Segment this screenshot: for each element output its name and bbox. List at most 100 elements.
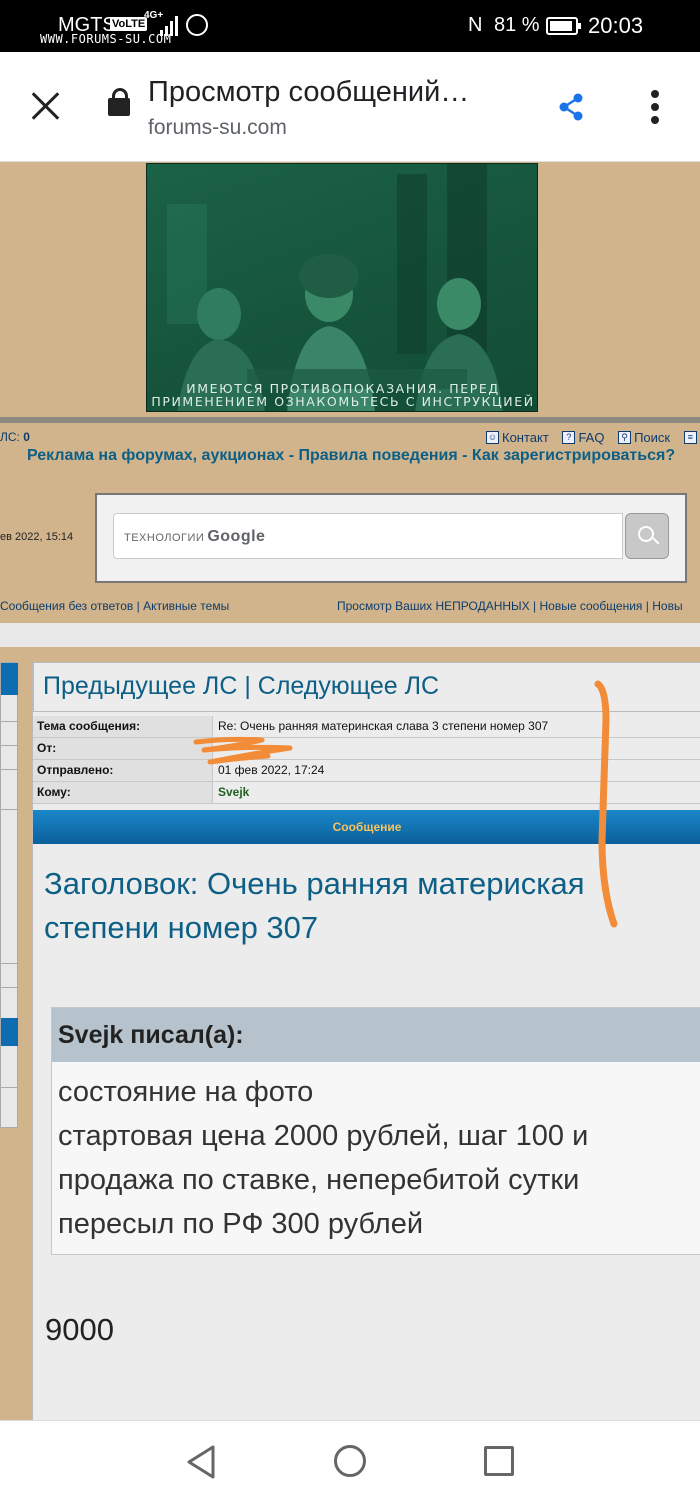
- back-icon[interactable]: [186, 1445, 216, 1484]
- sent-value: 01 фев 2022, 17:24: [218, 763, 325, 777]
- quote-line: продажа по ставке, неперебитой сутки: [58, 1164, 580, 1196]
- faq-icon: ?: [562, 431, 576, 444]
- quote-block: Svejk писал(а): состояние на фото старто…: [51, 1007, 700, 1255]
- meta-row-sent: Отправлено: 01 фев 2022, 17:24: [33, 760, 700, 782]
- separator: |: [642, 599, 653, 613]
- search-icon: ⚲: [618, 431, 632, 444]
- lock-icon[interactable]: [108, 88, 130, 116]
- more-menu-icon[interactable]: [650, 90, 660, 124]
- sent-label: Отправлено:: [33, 760, 213, 781]
- quote-author: Svejk писал(а):: [52, 1008, 700, 1062]
- watermark-text: WWW.FORUMS-SU.COM: [40, 32, 172, 46]
- register-help-link[interactable]: Как зарегистрироваться?: [472, 447, 675, 464]
- pm-sidebar: [0, 662, 18, 1128]
- members-link[interactable]: ≡: [683, 431, 700, 444]
- google-search-box: ТЕХНОЛОГИИ Google: [95, 493, 687, 583]
- memberlist-icon: ≡: [683, 431, 697, 444]
- quick-links-left: Сообщения без ответов | Активные темы: [0, 599, 229, 613]
- unanswered-link[interactable]: Сообщения без ответов: [0, 599, 133, 613]
- divider: [1, 987, 18, 988]
- home-icon[interactable]: [334, 1445, 366, 1477]
- google-logo: Google: [207, 528, 266, 545]
- pm-counter[interactable]: ЛС: 0: [0, 430, 30, 444]
- url-label[interactable]: forums-su.com: [148, 116, 287, 140]
- pm-counter-label: ЛС:: [0, 430, 24, 444]
- to-label: Кому:: [33, 782, 213, 803]
- previous-pm-link[interactable]: Предыдущее ЛС: [43, 672, 237, 700]
- separator: -: [457, 447, 472, 464]
- browser-toolbar: Просмотр сообщений… forums-su.com: [0, 52, 700, 162]
- search-link[interactable]: ⚲ Поиск: [618, 430, 670, 445]
- message-header: Сообщение: [33, 810, 700, 844]
- reply-text: 9000: [45, 1312, 114, 1347]
- page-title: Просмотр сообщений…: [148, 76, 470, 108]
- divider: [1, 721, 18, 722]
- separator: -: [284, 447, 299, 464]
- pm-counter-value: 0: [23, 430, 30, 444]
- message-title-line-end: ская: [520, 866, 585, 901]
- from-value[interactable]: [215, 738, 221, 759]
- contact-icon: ☺: [486, 431, 499, 444]
- search-powered-by: ТЕХНОЛОГИИ Google: [124, 528, 265, 546]
- breadcrumb-bar: [0, 623, 700, 647]
- message-title: Заголовок: Очень ранняя материская степе…: [44, 862, 694, 950]
- ad-disclaimer-line: ПРИМЕНЕНИЕМ ОЗНАКОМЬТЕСЬ С ИНСТРУКЦИЕЙ: [151, 394, 535, 409]
- divider: [1, 745, 18, 746]
- search-input[interactable]: ТЕХНОЛОГИИ Google: [113, 513, 623, 559]
- close-icon[interactable]: [30, 90, 62, 122]
- pm-meta-table: Тема сообщения: Re: Очень ранняя материн…: [33, 716, 700, 804]
- divider: [1, 769, 18, 770]
- clock: 20:03: [588, 13, 644, 38]
- meta-row-from: От:: [33, 738, 700, 760]
- ad-banner[interactable]: ИМЕЮТСЯ ПРОТИВОПОКАЗАНИЯ. ПЕРЕД ПРИМЕНЕН…: [146, 163, 538, 412]
- message-title-line: Заголовок: Очень ранняя матери: [44, 866, 521, 901]
- quote-line: стартовая цена 2000 рублей, шаг 100 и: [58, 1120, 589, 1152]
- next-pm-link[interactable]: Следующее ЛС: [258, 672, 439, 700]
- powered-label: ТЕХНОЛОГИИ: [124, 532, 205, 544]
- sidebar-header: [1, 1018, 18, 1046]
- contact-link[interactable]: ☺ Контакт: [486, 430, 549, 445]
- ad-disclaimer: ИМЕЮТСЯ ПРОТИВОПОКАЗАНИЯ. ПЕРЕД ПРИМЕНЕН…: [147, 382, 537, 409]
- battery-percent: 81 %: [494, 14, 540, 36]
- top-links: ☺ Контакт ? FAQ ⚲ Поиск ≡: [486, 428, 700, 445]
- to-value[interactable]: Svejk: [215, 782, 252, 803]
- unsold-link[interactable]: Просмотр Ваших НЕПРОДАННЫХ: [337, 599, 530, 613]
- battery-icon: [546, 17, 581, 35]
- search-link-label: Поиск: [634, 430, 671, 445]
- active-topics-link[interactable]: Активные темы: [143, 599, 229, 613]
- contact-link-label: Контакт: [502, 430, 549, 445]
- divider: [1, 809, 18, 810]
- separator: |: [237, 672, 258, 700]
- ad-photo: [147, 164, 537, 411]
- whatsapp-icon: [186, 14, 208, 36]
- rules-links: Реклама на форумах, аукционах - Правила …: [27, 447, 675, 465]
- faq-link-label: FAQ: [578, 430, 605, 445]
- quote-body: состояние на фото стартовая цена 2000 ру…: [58, 1070, 588, 1246]
- nfc-icon: N: [468, 14, 483, 36]
- divider: [1, 1087, 18, 1088]
- pm-view: Предыдущее ЛС | Следующее ЛС Тема сообще…: [32, 662, 700, 1420]
- share-icon[interactable]: [556, 92, 586, 122]
- ads-link[interactable]: Реклама на форумах, аукционах: [27, 447, 284, 464]
- search-button[interactable]: [625, 513, 669, 559]
- status-bar: MGTS VoLTE 4G+ WWW.FORUMS-SU.COM N 81 % …: [0, 0, 700, 52]
- pm-navigation: Предыдущее ЛС | Следующее ЛС: [33, 662, 700, 712]
- subject-value: Re: Очень ранняя материнская слава 3 сте…: [218, 719, 549, 733]
- volte-badge: VoLTE: [110, 17, 148, 31]
- sidebar-header: [1, 663, 18, 695]
- quote-line: пересыл по РФ 300 рублей: [58, 1208, 424, 1240]
- new-posts-link[interactable]: Новые сообщения: [539, 599, 642, 613]
- quick-links-right: Просмотр Ваших НЕПРОДАННЫХ | Новые сообщ…: [337, 599, 683, 613]
- recent-apps-icon[interactable]: [484, 1446, 514, 1476]
- rules-link[interactable]: Правила поведения: [298, 447, 457, 464]
- meta-row-subject: Тема сообщения: Re: Очень ранняя материн…: [33, 716, 700, 738]
- system-nav-bar: [0, 1420, 700, 1500]
- separator: |: [529, 599, 540, 613]
- pm-nav-links: Предыдущее ЛС | Следующее ЛС: [43, 672, 439, 701]
- subject-label: Тема сообщения:: [33, 716, 213, 737]
- new-link-truncated[interactable]: Новы: [652, 599, 682, 613]
- faq-link[interactable]: ? FAQ: [562, 430, 604, 445]
- divider: [1, 963, 18, 964]
- quote-line: состояние на фото: [58, 1076, 314, 1108]
- last-visit-date: ев 2022, 15:14: [0, 531, 74, 543]
